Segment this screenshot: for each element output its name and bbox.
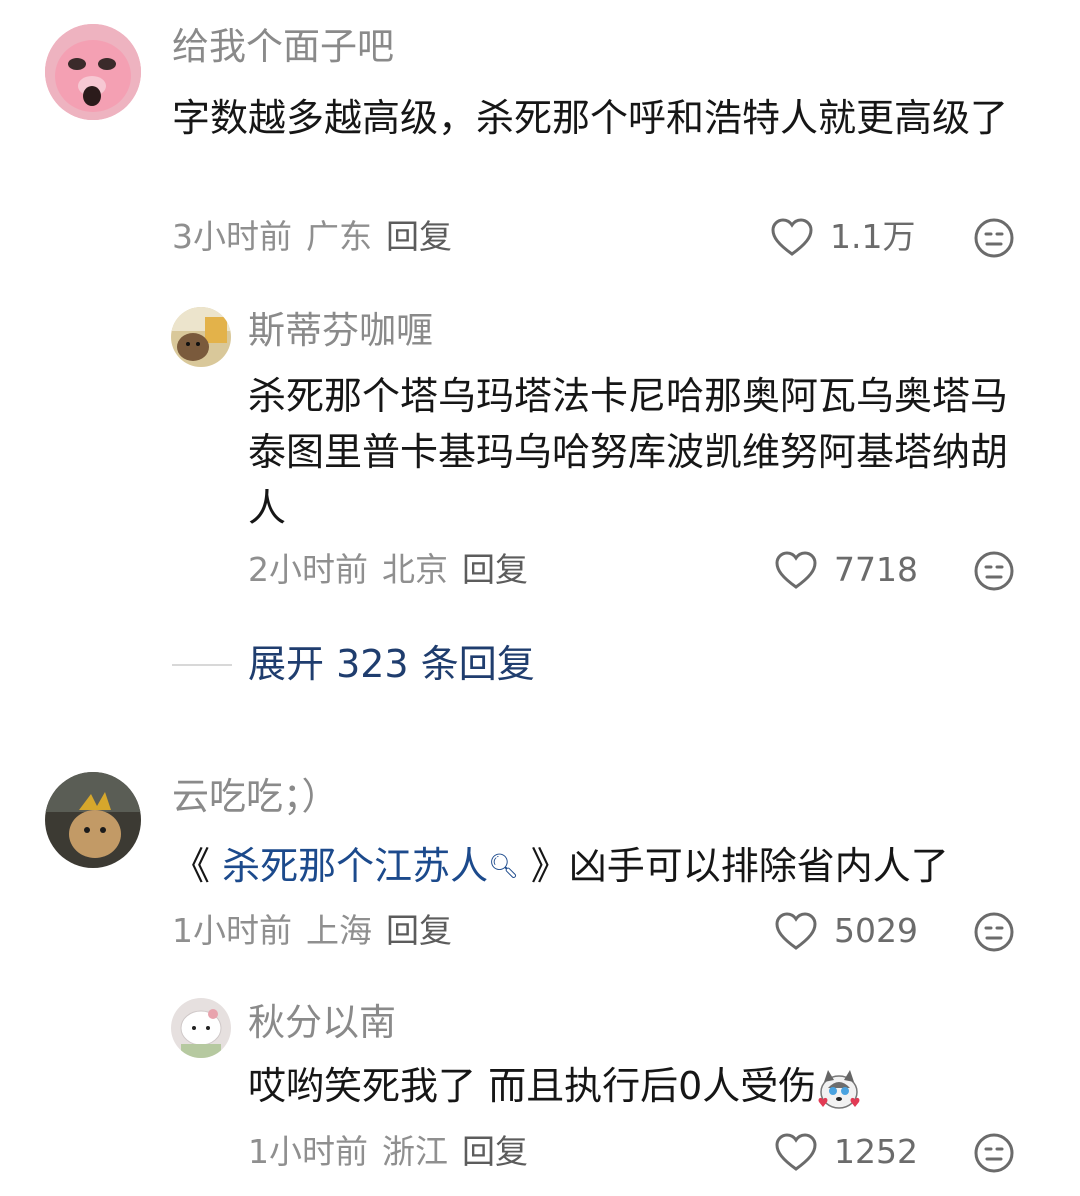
- meh-face-icon: [974, 912, 1014, 952]
- dislike-button[interactable]: [973, 217, 1015, 259]
- heart-outline-icon: [771, 218, 813, 256]
- comment-username[interactable]: 给我个面子吧: [172, 24, 394, 70]
- cat-with-leaf-avatar-icon: [45, 772, 141, 868]
- comment-username[interactable]: 云吃吃；）: [172, 774, 339, 820]
- like-button[interactable]: 1.1万: [770, 216, 915, 258]
- comment-meta: 3小时前 广东 回复: [172, 216, 466, 258]
- like-button[interactable]: 1252: [774, 1131, 918, 1173]
- comment-location: 广东: [306, 217, 372, 256]
- reply-meta: 1小时前 浙江 回复: [248, 1131, 542, 1173]
- reply-location: 北京: [382, 550, 448, 589]
- heart-outline-icon: [775, 551, 817, 589]
- avatar[interactable]: [45, 772, 141, 868]
- cat-photo-avatar-icon: [171, 307, 231, 367]
- reply-username[interactable]: 斯蒂芬咖喱: [248, 308, 433, 354]
- comment-meta: 1小时前 上海 回复: [172, 910, 466, 952]
- reply-meta: 2小时前 北京 回复: [248, 549, 542, 591]
- search-icon: 🔍︎: [488, 852, 519, 880]
- expand-divider: [172, 664, 232, 666]
- dislike-button[interactable]: [973, 1132, 1015, 1174]
- expand-replies-button[interactable]: 展开 323 条回复: [248, 641, 535, 687]
- reply-button[interactable]: 回复: [462, 1132, 528, 1171]
- dislike-button[interactable]: [973, 550, 1015, 592]
- meh-face-icon: [974, 218, 1014, 258]
- reply-button[interactable]: 回复: [386, 217, 452, 256]
- heart-outline-icon: [775, 912, 817, 950]
- reply-content-text: 哎哟笑死我了 而且执行后0人受伤: [248, 1064, 817, 1108]
- reply-time: 2小时前: [248, 550, 368, 589]
- reply-content: 哎哟笑死我了 而且执行后0人受伤: [248, 1058, 1028, 1114]
- like-count: 1.1万: [830, 217, 916, 256]
- search-link[interactable]: 杀死那个江苏人🔍︎: [222, 844, 518, 888]
- like-count: 7718: [834, 550, 918, 589]
- reply-content: 杀死那个塔乌玛塔法卡尼哈那奥阿瓦乌奥塔马泰图里普卡基玛乌哈努库波凯维努阿基塔纳胡…: [248, 374, 1009, 530]
- husky-hearts-emoji-icon: [816, 1066, 862, 1112]
- like-button[interactable]: 5029: [774, 910, 918, 952]
- like-count: 5029: [834, 911, 918, 950]
- comment-location: 上海: [306, 911, 372, 950]
- reply-button[interactable]: 回复: [462, 550, 528, 589]
- heart-outline-icon: [775, 1133, 817, 1171]
- like-count: 1252: [834, 1132, 918, 1171]
- quote-close: 》: [530, 844, 569, 888]
- meh-face-icon: [974, 1133, 1014, 1173]
- reply-button[interactable]: 回复: [386, 911, 452, 950]
- hello-kitty-avatar-icon: [171, 998, 231, 1058]
- like-button[interactable]: 7718: [774, 549, 918, 591]
- reply-location: 浙江: [382, 1132, 448, 1171]
- pink-pig-avatar-icon: [45, 24, 141, 120]
- avatar[interactable]: [45, 24, 141, 120]
- comment-time: 3小时前: [172, 217, 292, 256]
- comment-content-rest: 凶手可以排除省内人了: [568, 844, 949, 888]
- comment-content: 字数越多越高级，杀死那个呼和浩特人就更高级了: [172, 96, 1009, 140]
- avatar[interactable]: [171, 307, 231, 367]
- reply-username[interactable]: 秋分以南: [248, 1000, 396, 1046]
- dislike-button[interactable]: [973, 911, 1015, 953]
- avatar[interactable]: [171, 998, 231, 1058]
- reply-time: 1小时前: [248, 1132, 368, 1171]
- comment-time: 1小时前: [172, 911, 292, 950]
- meh-face-icon: [974, 551, 1014, 591]
- comment-content: 《 杀死那个江苏人🔍︎ 》凶手可以排除省内人了: [172, 838, 1052, 894]
- search-link-text: 杀死那个江苏人: [222, 844, 489, 888]
- quote-open: 《: [172, 844, 211, 888]
